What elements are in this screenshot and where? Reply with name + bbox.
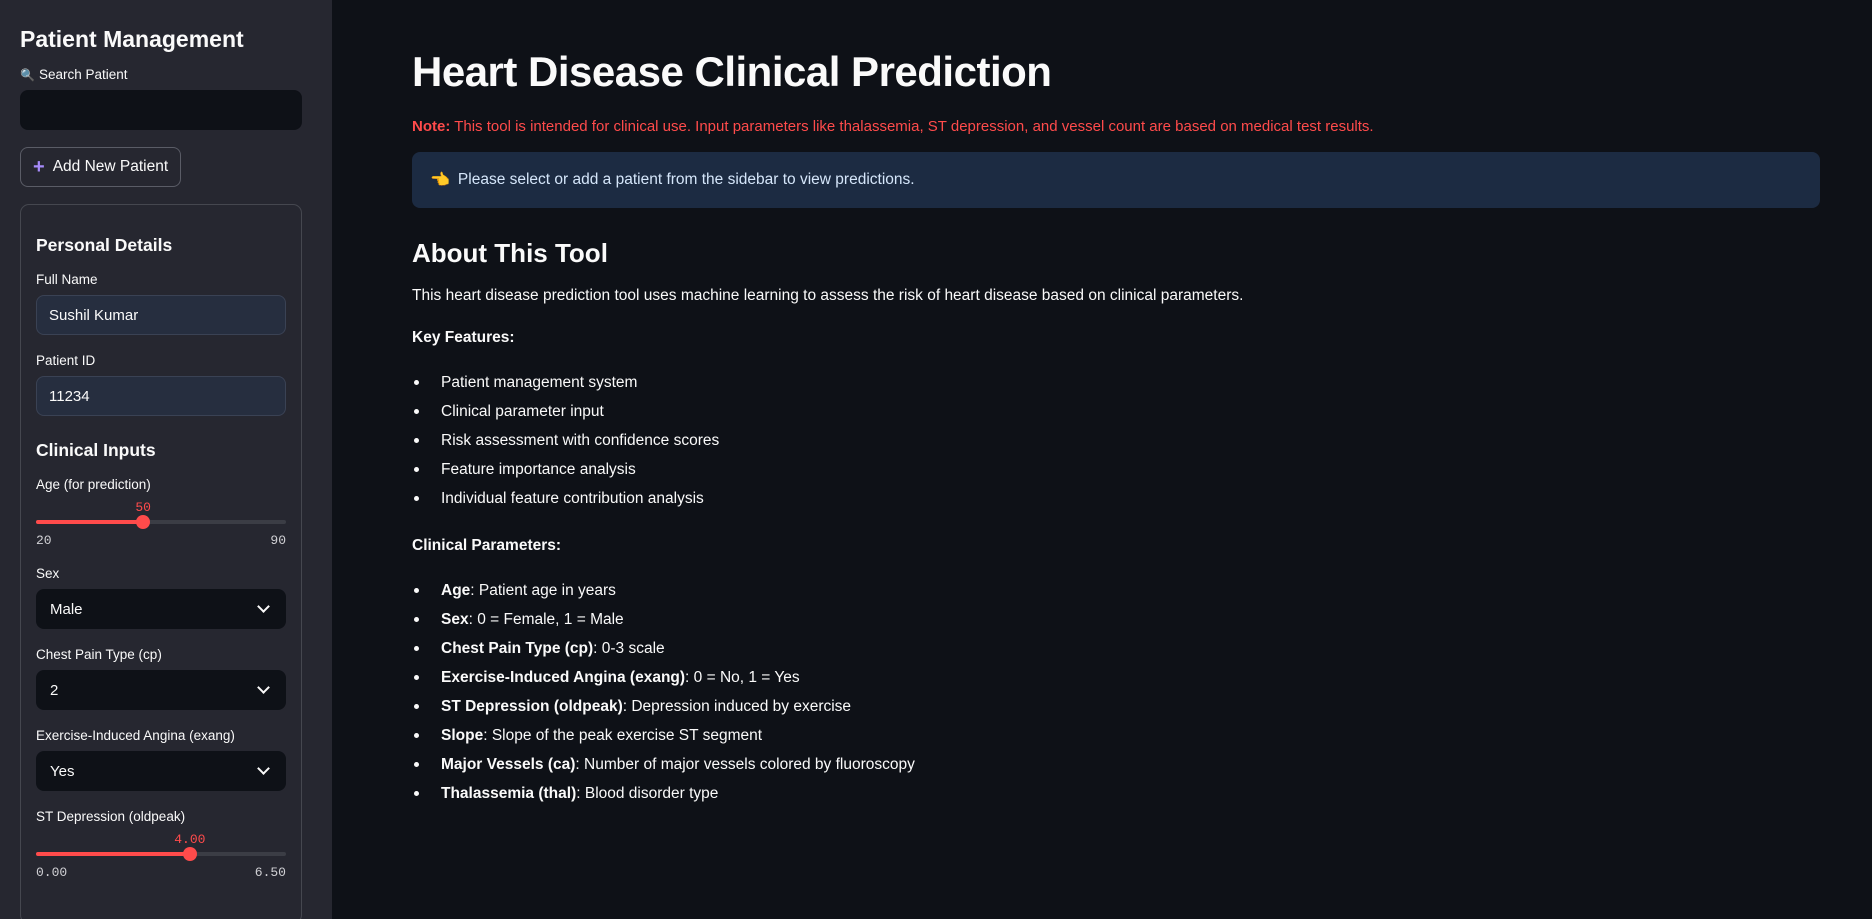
param-desc: : Number of major vessels colored by flu… (575, 755, 915, 773)
add-new-patient-button[interactable]: + Add New Patient (20, 147, 182, 187)
oldpeak-slider[interactable]: 4.00 0.00 6.50 (36, 832, 286, 888)
oldpeak-label: ST Depression (oldpeak) (36, 809, 186, 824)
search-input[interactable] (20, 90, 302, 130)
cp-select-value: 2 (50, 681, 59, 699)
age-field: Age (for prediction) 50 20 90 (36, 477, 286, 556)
cp-select[interactable]: 2 (36, 670, 286, 710)
cp-field: Chest Pain Type (cp) 2 (36, 647, 286, 710)
clinical-inputs-heading: Clinical Inputs (36, 440, 156, 460)
param-term: Chest Pain Type (cp) (441, 639, 594, 657)
param-term: ST Depression (oldpeak) (441, 697, 623, 715)
list-item: Age: Patient age in years (412, 576, 1820, 605)
list-item: Individual feature contribution analysis (412, 484, 1820, 513)
exang-select-value: Yes (50, 762, 75, 780)
list-item: Exercise-Induced Angina (exang): 0 = No,… (412, 663, 1820, 692)
param-term: Age (441, 581, 471, 599)
param-desc: : Depression induced by exercise (622, 697, 852, 715)
list-item: Risk assessment with confidence scores (412, 426, 1820, 455)
clinical-params-list: Age: Patient age in years Sex: 0 = Femal… (412, 576, 1820, 808)
param-desc: : 0-3 scale (593, 639, 665, 657)
magnifier-icon: 🔍 (20, 67, 35, 82)
param-term: Exercise-Induced Angina (exang) (441, 668, 686, 686)
age-slider-value: 50 (135, 500, 151, 515)
exang-select[interactable]: Yes (36, 751, 286, 791)
sex-field: Sex Male (36, 566, 286, 629)
list-item: ST Depression (oldpeak): Depression indu… (412, 692, 1820, 721)
personal-details-heading: Personal Details (36, 235, 173, 255)
age-label: Age (for prediction) (36, 477, 151, 492)
sidebar-title: Patient Management (20, 26, 244, 52)
cp-label: Chest Pain Type (cp) (36, 647, 162, 662)
patient-form: Personal Details Full Name Sushil Kumar … (20, 204, 302, 919)
list-item: Feature importance analysis (412, 455, 1820, 484)
app: Patient Management 🔍 Search Patient + Ad… (0, 0, 1872, 919)
param-desc: : Patient age in years (470, 581, 616, 599)
sidebar: Patient Management 🔍 Search Patient + Ad… (0, 0, 332, 919)
list-item: Clinical parameter input (412, 397, 1820, 426)
oldpeak-slider-fill (36, 852, 190, 856)
pointing-hand-icon: 👈 (430, 172, 450, 189)
exang-label: Exercise-Induced Angina (exang) (36, 728, 235, 743)
plus-icon: + (33, 156, 45, 178)
age-slider-track[interactable] (36, 515, 286, 529)
list-item: Sex: 0 = Female, 1 = Male (412, 605, 1820, 634)
list-item: Patient management system (412, 368, 1820, 397)
page-title: Heart Disease Clinical Prediction (412, 48, 1052, 95)
clinical-params-heading: Clinical Parameters: (412, 537, 562, 554)
patient-id-input[interactable]: 11234 (36, 376, 286, 416)
param-term: Major Vessels (ca) (441, 755, 576, 773)
param-term: Thalassemia (thal) (441, 784, 577, 802)
key-features-list: Patient management system Clinical param… (412, 368, 1820, 513)
age-slider[interactable]: 50 20 90 (36, 500, 286, 556)
sex-select-value: Male (50, 600, 83, 618)
list-item: Thalassemia (thal): Blood disorder type (412, 779, 1820, 808)
oldpeak-slider-track[interactable] (36, 847, 286, 861)
full-name-input[interactable]: Sushil Kumar (36, 295, 286, 335)
param-term: Slope (441, 726, 484, 744)
age-slider-max: 90 (270, 533, 286, 548)
note-text: This tool is intended for clinical use. … (450, 118, 1374, 135)
search-label: 🔍 Search Patient (20, 67, 312, 82)
oldpeak-slider-max: 6.50 (254, 865, 286, 880)
exang-field: Exercise-Induced Angina (exang) Yes (36, 728, 286, 791)
param-desc: : Slope of the peak exercise ST segment (483, 726, 763, 744)
search-label-text: Search Patient (38, 67, 128, 82)
list-item: Slope: Slope of the peak exercise ST seg… (412, 721, 1820, 750)
oldpeak-slider-value: 4.00 (174, 832, 206, 847)
chevron-down-icon (257, 600, 270, 613)
list-item: Major Vessels (ca): Number of major vess… (412, 750, 1820, 779)
patient-id-label: Patient ID (36, 353, 96, 368)
full-name-label: Full Name (36, 272, 98, 287)
sex-label: Sex (36, 566, 60, 581)
about-text: This heart disease prediction tool uses … (412, 287, 1244, 304)
param-desc: : 0 = Female, 1 = Male (468, 610, 624, 628)
info-alert: 👈 Please select or add a patient from th… (412, 152, 1820, 208)
param-term: Sex (441, 610, 469, 628)
oldpeak-field: ST Depression (oldpeak) 4.00 0.00 6.50 (36, 809, 286, 888)
age-slider-fill (36, 520, 144, 524)
add-new-patient-label: Add New Patient (52, 158, 169, 175)
about-heading: About This Tool (412, 238, 608, 268)
full-name-field: Full Name Sushil Kumar (36, 272, 286, 335)
chevron-down-icon (257, 762, 270, 775)
oldpeak-slider-min: 0.00 (36, 865, 68, 880)
info-alert-text: Please select or add a patient from the … (457, 171, 915, 188)
age-slider-min: 20 (36, 533, 52, 548)
sex-select[interactable]: Male (36, 589, 286, 629)
param-desc: : Blood disorder type (576, 784, 719, 802)
list-item: Chest Pain Type (cp): 0-3 scale (412, 634, 1820, 663)
clinical-note: Note: This tool is intended for clinical… (412, 118, 1820, 135)
main-content: Heart Disease Clinical Prediction Note: … (332, 0, 1872, 919)
age-slider-thumb[interactable] (136, 515, 151, 529)
param-desc: : 0 = No, 1 = Yes (685, 668, 800, 686)
patient-id-field: Patient ID 11234 (36, 353, 286, 416)
chevron-down-icon (257, 681, 270, 694)
note-label: Note: (412, 118, 451, 135)
oldpeak-slider-thumb[interactable] (182, 847, 197, 861)
key-features-heading: Key Features: (412, 329, 515, 346)
